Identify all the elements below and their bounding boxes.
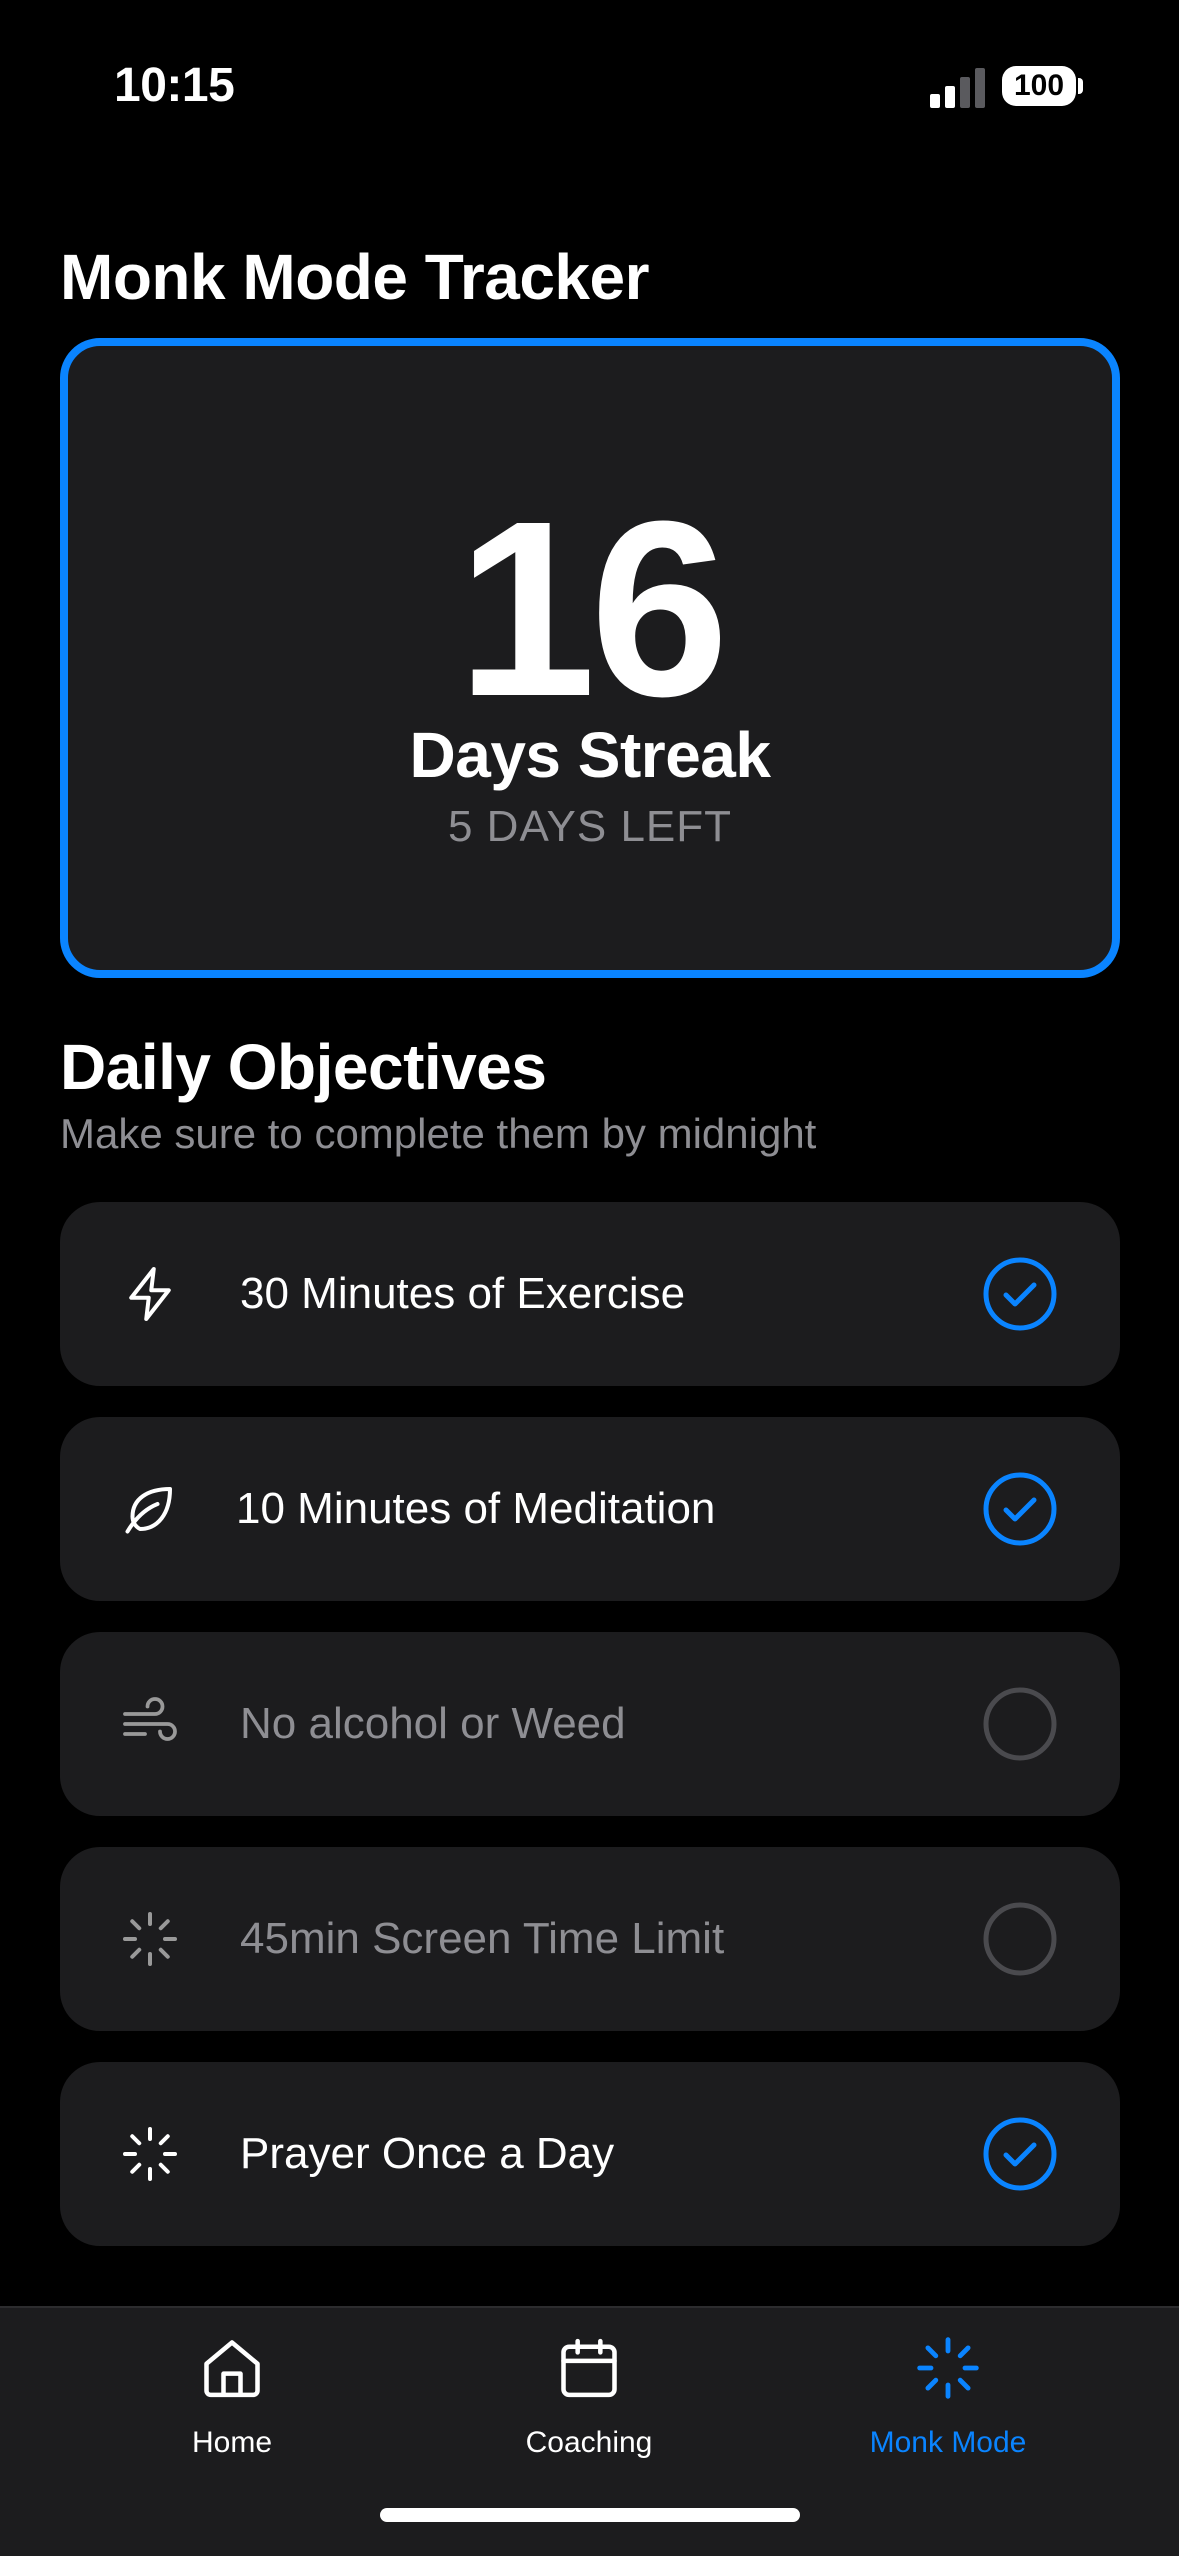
checkmark-circle-icon[interactable] <box>982 1256 1058 1332</box>
objective-label: No alcohol or Weed <box>240 1699 626 1748</box>
tab-label: Coaching <box>525 2426 653 2459</box>
checkmark-circle-icon[interactable] <box>982 2116 1058 2192</box>
empty-circle-icon[interactable] <box>982 1686 1058 1762</box>
tab-monk-mode[interactable]: Monk Mode <box>818 2308 1078 2508</box>
streak-label: Days Streak <box>409 719 771 791</box>
home-indicator[interactable] <box>380 2508 800 2522</box>
objective-screen-time[interactable]: 45min Screen Time Limit <box>60 1847 1120 2031</box>
objectives-subtitle: Make sure to complete them by midnight <box>60 1110 817 1157</box>
battery-tip <box>1078 78 1083 94</box>
tab-coaching[interactable]: Coaching <box>459 2308 719 2508</box>
empty-circle-icon[interactable] <box>982 1901 1058 1977</box>
objective-prayer[interactable]: Prayer Once a Day <box>60 2062 1120 2246</box>
checkmark-circle-icon[interactable] <box>982 1471 1058 1547</box>
objective-no-alcohol[interactable]: No alcohol or Weed <box>60 1632 1120 1816</box>
streak-count: 16 <box>456 469 729 748</box>
battery-indicator: 100 <box>1002 66 1076 106</box>
calendar-icon <box>561 2338 617 2398</box>
objective-label: 30 Minutes of Exercise <box>240 1269 686 1318</box>
page-title: Monk Mode Tracker <box>60 241 650 313</box>
loader-icon <box>123 1912 177 1966</box>
objective-meditation[interactable]: 10 Minutes of Meditation <box>60 1417 1120 1601</box>
wind-icon <box>123 1697 177 1741</box>
bolt-icon <box>129 1267 171 1321</box>
tab-home[interactable]: Home <box>102 2308 362 2508</box>
loader-icon <box>123 2127 177 2181</box>
objective-label: 10 Minutes of Meditation <box>236 1484 716 1533</box>
tab-label: Monk Mode <box>869 2426 1027 2459</box>
loader-icon <box>917 2337 979 2399</box>
days-left-label: 5 DAYS LEFT <box>447 802 733 851</box>
objectives-title: Daily Objectives <box>60 1031 547 1103</box>
leaf-icon <box>125 1487 172 1534</box>
objective-label: 45min Screen Time Limit <box>240 1914 725 1963</box>
status-time: 10:15 <box>114 59 235 112</box>
objective-exercise[interactable]: 30 Minutes of Exercise <box>60 1202 1120 1386</box>
streak-card: 16 Days Streak 5 DAYS LEFT <box>60 338 1120 978</box>
objective-label: Prayer Once a Day <box>240 2129 615 2178</box>
tab-label: Home <box>191 2426 273 2459</box>
cellular-signal-icon <box>930 68 985 108</box>
home-icon <box>204 2340 260 2398</box>
monk-mode-screen: 10:15 100 Monk Mode Tracker 16 Days Stre… <box>0 0 1179 2556</box>
